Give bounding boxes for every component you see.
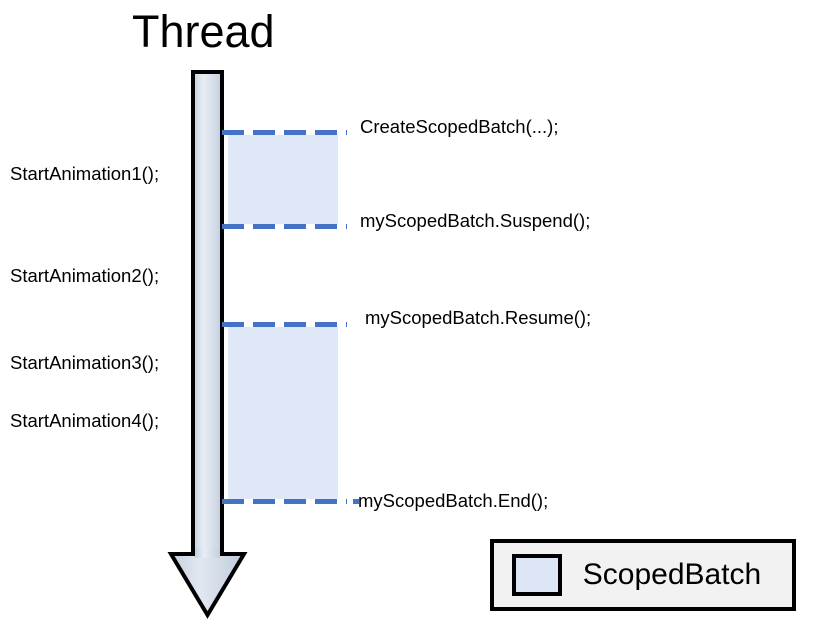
scoped-batch-bottom-dashed-line (222, 224, 347, 229)
dash-segment (222, 224, 244, 229)
thread-label-start-animation-4: StartAnimation4(); (10, 410, 160, 431)
dash-segment (253, 224, 275, 229)
dash-segment (222, 130, 244, 135)
dash-segment (222, 499, 244, 504)
thread-label-start-animation-3: StartAnimation3(); (10, 352, 160, 373)
dash-segment (284, 224, 306, 229)
dash-segment (346, 130, 347, 135)
thread-label-start-animation-1: StartAnimation1(); (10, 163, 160, 184)
dash-segment (346, 322, 347, 327)
scoped-batch-top-dashed-line (222, 322, 347, 327)
scoped-batch-block-2 (222, 322, 359, 504)
dash-segment (284, 322, 306, 327)
batch-label-suspend: myScopedBatch.Suspend(); (360, 210, 591, 231)
thread-arrow-seam (195, 548, 220, 558)
dash-segment (253, 499, 275, 504)
batch-label-resume: myScopedBatch.Resume(); (365, 307, 592, 328)
dash-segment (253, 322, 275, 327)
dash-segment (222, 322, 244, 327)
dash-segment (253, 130, 275, 135)
dash-segment (315, 224, 337, 229)
dash-segment (315, 499, 337, 504)
scoped-batch-bottom-dashed-line (222, 499, 359, 504)
diagram-canvas: Thread StartAnimation1(); StartAnimation… (0, 0, 826, 637)
thread-label-start-animation-2: StartAnimation2(); (10, 265, 160, 286)
scoped-batch-fill (228, 327, 338, 499)
dash-segment (315, 130, 337, 135)
dash-segment (315, 322, 337, 327)
batch-label-create-scoped-batch: CreateScopedBatch(...); (360, 116, 559, 137)
thread-arrow-head (167, 552, 248, 619)
dash-segment (346, 224, 347, 229)
scoped-batch-top-dashed-line (222, 130, 347, 135)
dash-segment (284, 130, 306, 135)
legend-label-scoped-batch: ScopedBatch (582, 558, 762, 591)
batch-label-end: myScopedBatch.End(); (358, 490, 549, 511)
dash-segment (284, 499, 306, 504)
page-title: Thread (132, 6, 275, 57)
legend: ScopedBatch (490, 539, 796, 611)
legend-swatch-scoped-batch (512, 554, 562, 596)
scoped-batch-fill (228, 135, 338, 224)
thread-arrow-shaft (191, 70, 224, 561)
dash-segment (346, 499, 347, 504)
scoped-batch-block-1 (222, 130, 347, 229)
